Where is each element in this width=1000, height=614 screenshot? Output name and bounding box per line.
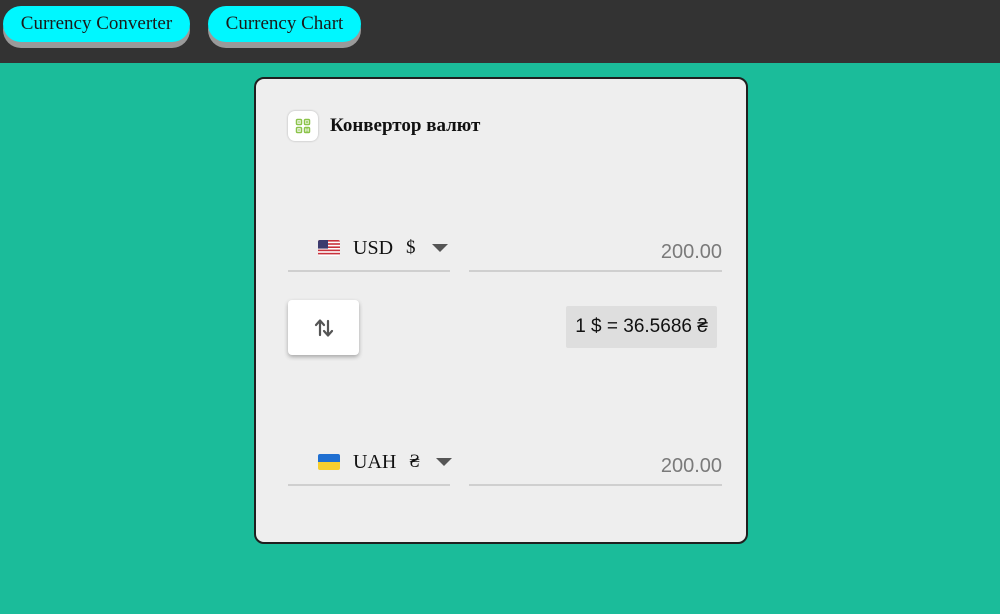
currency-converter-button[interactable]: Currency Converter xyxy=(3,6,190,42)
from-amount-input[interactable] xyxy=(469,241,722,270)
swap-vertical-icon xyxy=(314,318,333,337)
converter-card: Конвертор валют USD $ 1 $ = 36.5686 ₴ xyxy=(254,77,748,544)
currency-chart-button[interactable]: Currency Chart xyxy=(208,6,361,42)
card-header: Конвертор валют xyxy=(288,111,480,141)
card-title: Конвертор валют xyxy=(330,115,481,136)
from-amount-field xyxy=(469,226,722,272)
swap-currencies-button[interactable] xyxy=(288,300,359,355)
to-amount-field xyxy=(469,440,722,486)
to-currency-symbol: ₴ xyxy=(409,451,420,472)
to-currency-select[interactable]: UAH ₴ xyxy=(288,440,452,486)
calculator-icon xyxy=(288,111,318,141)
chevron-down-icon xyxy=(431,244,448,252)
from-currency-select[interactable]: USD $ xyxy=(288,226,450,272)
from-currency-code: USD xyxy=(353,236,394,259)
to-currency-code: UAH xyxy=(353,450,397,473)
top-navigation-bar: Currency Converter Currency Chart xyxy=(0,0,1000,63)
us-flag-icon xyxy=(318,240,340,256)
from-currency-symbol: $ xyxy=(406,237,416,258)
to-amount-input[interactable] xyxy=(469,455,722,484)
exchange-rate-badge: 1 $ = 36.5686 ₴ xyxy=(566,306,717,348)
chevron-down-icon xyxy=(435,458,452,466)
ua-flag-icon xyxy=(318,454,340,470)
